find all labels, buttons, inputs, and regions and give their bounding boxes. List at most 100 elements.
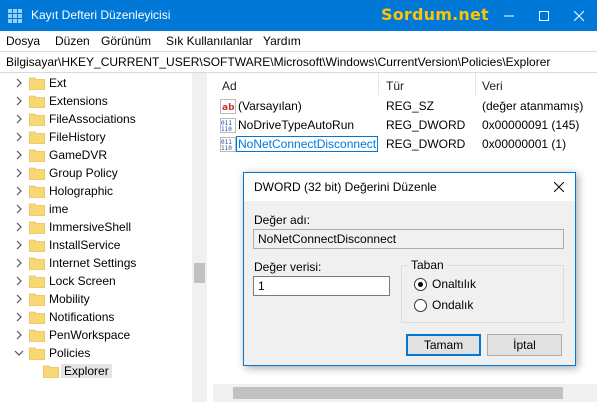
string-value-icon: ab — [220, 99, 236, 114]
chevron-right-icon[interactable] — [14, 185, 24, 197]
cancel-button[interactable]: İptal — [487, 334, 562, 356]
list-horizontal-scrollbar[interactable] — [213, 384, 597, 402]
menu-edit[interactable]: Düzen — [55, 34, 90, 48]
chevron-right-icon[interactable] — [14, 275, 24, 287]
tree-item[interactable]: GameDVR — [0, 146, 192, 164]
menu-file[interactable]: Dosya — [6, 34, 40, 48]
folder-icon — [29, 221, 45, 234]
tree-item[interactable]: Mobility — [0, 290, 192, 308]
folder-icon — [29, 131, 45, 144]
column-header-data[interactable]: Veri — [482, 79, 503, 93]
dialog-close-button[interactable] — [549, 177, 569, 197]
tree-scroll-thumb[interactable] — [194, 263, 205, 283]
tree-item[interactable]: Holographic — [0, 182, 192, 200]
chevron-right-icon[interactable] — [14, 167, 24, 179]
tree-item-label: Internet Settings — [49, 256, 137, 270]
tree-item[interactable]: Group Policy — [0, 164, 192, 182]
close-button[interactable] — [561, 0, 596, 31]
value-name: (Varsayılan) — [238, 99, 302, 113]
address-bar[interactable]: Bilgisayar\HKEY_CURRENT_USER\SOFTWARE\Mi… — [0, 51, 597, 73]
value-row[interactable]: 011 110 NoNetConnectDisconnect REG_DWORD 0x0… — [213, 135, 597, 154]
folder-icon — [29, 167, 45, 180]
value-name: NoDriveTypeAutoRun — [238, 118, 355, 132]
tree-item[interactable]: ime — [0, 200, 192, 218]
value-row[interactable]: 011 110 NoDriveTypeAutoRun REG_DWORD 0x00000… — [213, 116, 597, 135]
edit-dword-dialog: DWORD (32 bit) Değerini Düzenle Değer ad… — [243, 172, 576, 366]
radix-group: Taban Onaltılık Ondalık — [401, 258, 564, 323]
chevron-right-icon[interactable] — [14, 203, 24, 215]
tree-item[interactable]: ImmersiveShell — [0, 218, 192, 236]
tree-item-label: Ext — [49, 76, 67, 90]
tree-item[interactable]: Internet Settings — [0, 254, 192, 272]
minimize-button[interactable] — [491, 0, 526, 31]
dword-value-icon: 011110 — [220, 118, 236, 133]
tree-item-label: Policies — [49, 346, 91, 360]
tree-item-label: InstallService — [49, 238, 121, 252]
menu-help[interactable]: Yardım — [263, 34, 301, 48]
svg-text:110: 110 — [221, 126, 232, 133]
folder-icon — [29, 77, 45, 90]
ok-button[interactable]: Tamam — [406, 334, 481, 356]
chevron-right-icon[interactable] — [14, 95, 24, 107]
hexadecimal-label[interactable]: Onaltılık — [432, 277, 476, 291]
folder-icon — [29, 311, 45, 324]
chevron-right-icon[interactable] — [14, 77, 24, 89]
value-row[interactable]: ab (Varsayılan) REG_SZ (değer atanmamış) — [213, 97, 597, 116]
folder-icon — [29, 275, 45, 288]
column-divider[interactable] — [475, 73, 476, 95]
folder-icon — [29, 257, 45, 270]
folder-icon — [29, 293, 45, 306]
svg-text:ab: ab — [222, 103, 235, 113]
decimal-radio[interactable] — [414, 299, 427, 312]
registry-app-icon — [8, 9, 22, 23]
value-data: (değer atanmamış) — [482, 99, 584, 113]
value-data: 0x00000091 (145) — [482, 118, 580, 132]
radix-group-label: Taban — [408, 258, 447, 272]
menu-favorites[interactable]: Sık Kullanılanlar — [166, 34, 253, 48]
tree-item[interactable]: Explorer — [0, 362, 192, 380]
tree-item[interactable]: Extensions — [0, 92, 192, 110]
chevron-down-icon[interactable] — [14, 347, 24, 359]
chevron-right-icon[interactable] — [14, 311, 24, 323]
chevron-right-icon[interactable] — [14, 221, 24, 233]
chevron-right-icon[interactable] — [14, 239, 24, 251]
tree-item-label: PenWorkspace — [49, 328, 131, 342]
hexadecimal-radio[interactable] — [414, 278, 427, 291]
folder-icon — [43, 365, 59, 378]
maximize-button[interactable] — [526, 0, 561, 31]
tree-item[interactable]: Ext — [0, 74, 192, 92]
chevron-right-icon[interactable] — [14, 149, 24, 161]
tree-item-label: GameDVR — [49, 148, 108, 162]
tree-item[interactable]: FileAssociations — [0, 110, 192, 128]
menu-bar: Dosya Düzen Görünüm Sık Kullanılanlar Ya… — [0, 31, 597, 51]
folder-icon — [29, 203, 45, 216]
tree-item[interactable]: InstallService — [0, 236, 192, 254]
chevron-right-icon[interactable] — [14, 293, 24, 305]
menu-view[interactable]: Görünüm — [101, 34, 151, 48]
tree-item[interactable]: PenWorkspace — [0, 326, 192, 344]
tree-item[interactable]: Lock Screen — [0, 272, 192, 290]
column-divider[interactable] — [378, 73, 379, 95]
tree-item[interactable]: Notifications — [0, 308, 192, 326]
tree-item-label: FileHistory — [49, 130, 106, 144]
chevron-right-icon[interactable] — [14, 329, 24, 341]
tree-item-label: ImmersiveShell — [49, 220, 132, 234]
value-type: REG_DWORD — [386, 118, 466, 132]
value-data: 0x00000001 (1) — [482, 137, 567, 151]
list-scroll-thumb[interactable] — [233, 387, 563, 399]
tree-vertical-scrollbar[interactable] — [192, 73, 207, 402]
column-header-type[interactable]: Tür — [386, 79, 404, 93]
tree-item[interactable]: Policies — [0, 344, 192, 362]
tree-item[interactable]: FileHistory — [0, 128, 192, 146]
dword-value-icon: 011110 — [220, 137, 236, 152]
tree-item-label: Notifications — [49, 310, 115, 324]
value-name-field[interactable]: NoNetConnectDisconnect — [253, 229, 564, 249]
chevron-right-icon[interactable] — [14, 257, 24, 269]
column-header-name[interactable]: Ad — [222, 79, 237, 93]
chevron-right-icon[interactable] — [14, 131, 24, 143]
chevron-right-icon[interactable] — [14, 113, 24, 125]
tree-item-label: Holographic — [49, 184, 114, 198]
title-bar: Kayıt Defteri Düzenleyicisi Sordum.net — [0, 0, 597, 31]
value-data-input[interactable]: 1 — [253, 276, 390, 296]
decimal-label[interactable]: Ondalık — [432, 298, 473, 312]
